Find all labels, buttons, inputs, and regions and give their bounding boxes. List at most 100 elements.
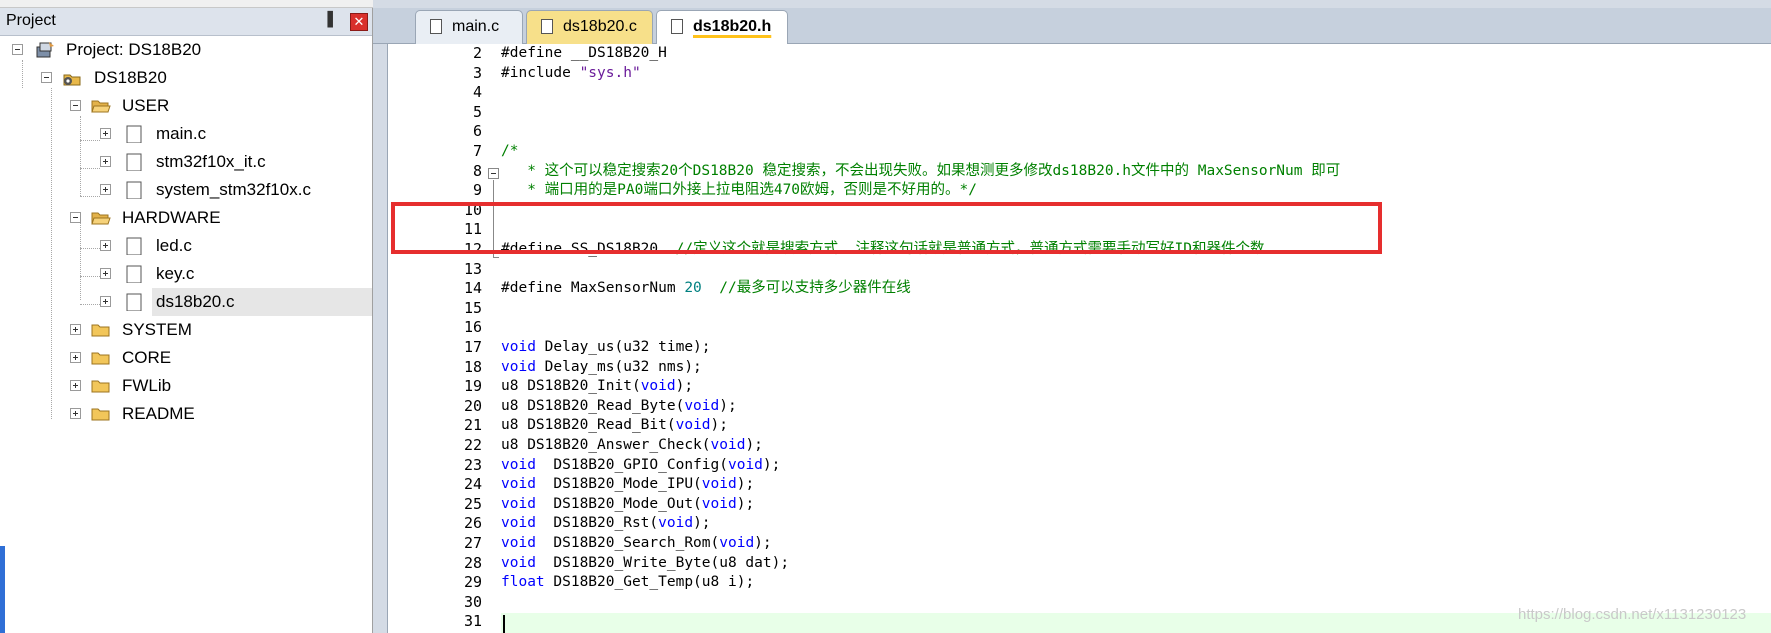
folder-open-icon (91, 100, 111, 113)
code-text: u8 DS18B20_Init( (501, 378, 641, 395)
project-tree: Project: DS18B20 DS18B20 USER main.c stm… (0, 36, 372, 633)
tree-item-label: FWLib (122, 376, 172, 395)
expand-toggle[interactable] (70, 352, 81, 363)
expand-toggle[interactable] (70, 380, 81, 391)
expand-toggle[interactable] (100, 184, 111, 195)
code-line-17: void Delay_ms(u32 nms); (501, 358, 702, 378)
line-number: 23 (463, 455, 482, 474)
keyword: void (701, 476, 737, 493)
tree-item-folder-readme[interactable]: README (0, 400, 372, 428)
line-number: 30 (463, 592, 482, 611)
code-line-20: u8 DS18B20_Read_Bit(void); (501, 416, 728, 436)
line-number: 31 (463, 612, 482, 631)
line-number: 14 (463, 279, 482, 298)
folder-icon (91, 408, 110, 421)
line-number: 19 (463, 377, 482, 396)
expand-toggle[interactable] (100, 268, 111, 279)
code-line-27: void DS18B20_Write_Byte(u8 dat); (501, 554, 789, 574)
tree-item-file-led[interactable]: led.c (0, 232, 372, 260)
keyword: void (719, 535, 755, 551)
line-number: 24 (463, 475, 482, 494)
expand-toggle[interactable] (100, 156, 111, 167)
folder-icon (91, 380, 110, 393)
file-icon (126, 265, 142, 283)
code-line-18: u8 DS18B20_Init(void); (501, 377, 693, 397)
code-text: DS18B20_Mode_Out( (535, 495, 702, 512)
file-icon (126, 125, 142, 143)
line-number: 16 (463, 318, 482, 337)
line-number: 7 (472, 142, 482, 160)
expand-toggle[interactable] (70, 408, 81, 419)
expand-toggle[interactable] (100, 240, 111, 251)
tree-item-folder-system[interactable]: SYSTEM (0, 316, 372, 344)
string-literal: "sys.h" (579, 64, 641, 81)
close-icon[interactable]: ✕ (350, 13, 368, 31)
fold-collapse-icon[interactable] (488, 168, 499, 179)
tree-item-label: README (122, 404, 195, 423)
tree-item-folder-fwlib[interactable]: FWLib (0, 372, 372, 400)
collapse-toggle[interactable] (70, 212, 81, 223)
tree-item-file-system-stm32f10x[interactable]: system_stm32f10x.c (0, 176, 372, 204)
tree-item-target[interactable]: DS18B20 (0, 64, 372, 92)
collapse-toggle[interactable] (70, 100, 81, 111)
project-panel-header: Project ▐ ✕ (0, 8, 372, 36)
code-text: ); (736, 495, 755, 512)
target-icon (63, 74, 81, 86)
tab-ds18b20-c[interactable]: ds18b20.c (526, 10, 653, 44)
keyword: void (501, 456, 536, 473)
tree-item-label: key.c (156, 264, 195, 283)
expand-toggle[interactable] (100, 296, 111, 307)
line-number: 29 (463, 573, 482, 592)
code-text: ); (675, 378, 694, 395)
code-editor[interactable]: 2 3 4 5 6 7 8 9 10 11 12 13 14 15 16 17 … (387, 44, 1771, 633)
tree-item-folder-hardware[interactable]: HARDWARE (0, 204, 372, 232)
code-line-21: u8 DS18B20_Answer_Check(void); (501, 436, 763, 456)
code-text-area[interactable]: #define __DS18B20_H #include "sys.h" /* … (501, 44, 1771, 633)
collapse-toggle[interactable] (12, 44, 23, 55)
tree-item-folder-core[interactable]: CORE (0, 344, 372, 372)
file-icon (126, 181, 142, 199)
panel-top-strip (0, 0, 373, 8)
expand-toggle[interactable] (70, 324, 81, 335)
line-number: 17 (463, 338, 482, 356)
keyword: void (501, 535, 536, 551)
tree-item-project[interactable]: Project: DS18B20 (0, 36, 372, 64)
comment-text: * 端口用的是PA0端口外接上拉电阻选470欧姆，否则是不好用的。*/ (501, 182, 977, 199)
keyword: void (501, 495, 536, 512)
tree-item-file-ds18b20-prefix (0, 288, 152, 316)
preprocessor-text: #define __DS18B20_H (501, 45, 667, 61)
number-literal: 20 (684, 280, 702, 297)
file-icon (671, 19, 683, 34)
tree-item-file-stm32f10x-it[interactable]: stm32f10x_it.c (0, 148, 372, 176)
tree-item-file-key[interactable]: key.c (0, 260, 372, 288)
file-icon (430, 19, 442, 34)
tree-item-label: DS18B20 (94, 68, 167, 87)
tab-main-c[interactable]: main.c (415, 10, 523, 44)
tab-label: ds18b20.c (563, 18, 637, 35)
code-line-16: void Delay_us(u32 time); (501, 338, 711, 358)
code-text: ); (710, 417, 728, 434)
pin-icon[interactable]: ▐ (322, 12, 333, 28)
tree-item-file-main[interactable]: main.c (0, 120, 372, 148)
project-panel: Project ▐ ✕ Project: DS18B20 DS18B20 USE… (0, 0, 373, 633)
code-text: ); (736, 476, 755, 493)
tab-ds18b20-h[interactable]: ds18b20.h (656, 10, 788, 44)
preprocessor-text: #define MaxSensorNum (501, 280, 685, 297)
keyword: void (501, 554, 536, 571)
collapse-toggle[interactable] (41, 72, 52, 83)
expand-toggle[interactable] (100, 128, 111, 139)
line-number: 15 (463, 298, 482, 317)
text-caret (503, 615, 505, 633)
code-line-6: /* (501, 142, 518, 162)
folder-icon (91, 352, 110, 365)
keyword: void (501, 515, 536, 532)
code-line-7: * 这个可以稳定搜索20个DS18B20 稳定搜索，不会出现失败。如果想测更多修… (501, 162, 1340, 182)
comment-text: /* (501, 143, 519, 159)
code-text: ); (693, 515, 711, 532)
tree-item-label: led.c (156, 236, 192, 255)
tree-item-folder-user[interactable]: USER (0, 92, 372, 120)
line-number: 26 (463, 514, 482, 533)
tree-item-file-ds18b20[interactable]: ds18b20.c (152, 288, 372, 316)
code-text: DS18B20_Mode_IPU( (535, 476, 702, 493)
line-number: 4 (472, 83, 482, 102)
